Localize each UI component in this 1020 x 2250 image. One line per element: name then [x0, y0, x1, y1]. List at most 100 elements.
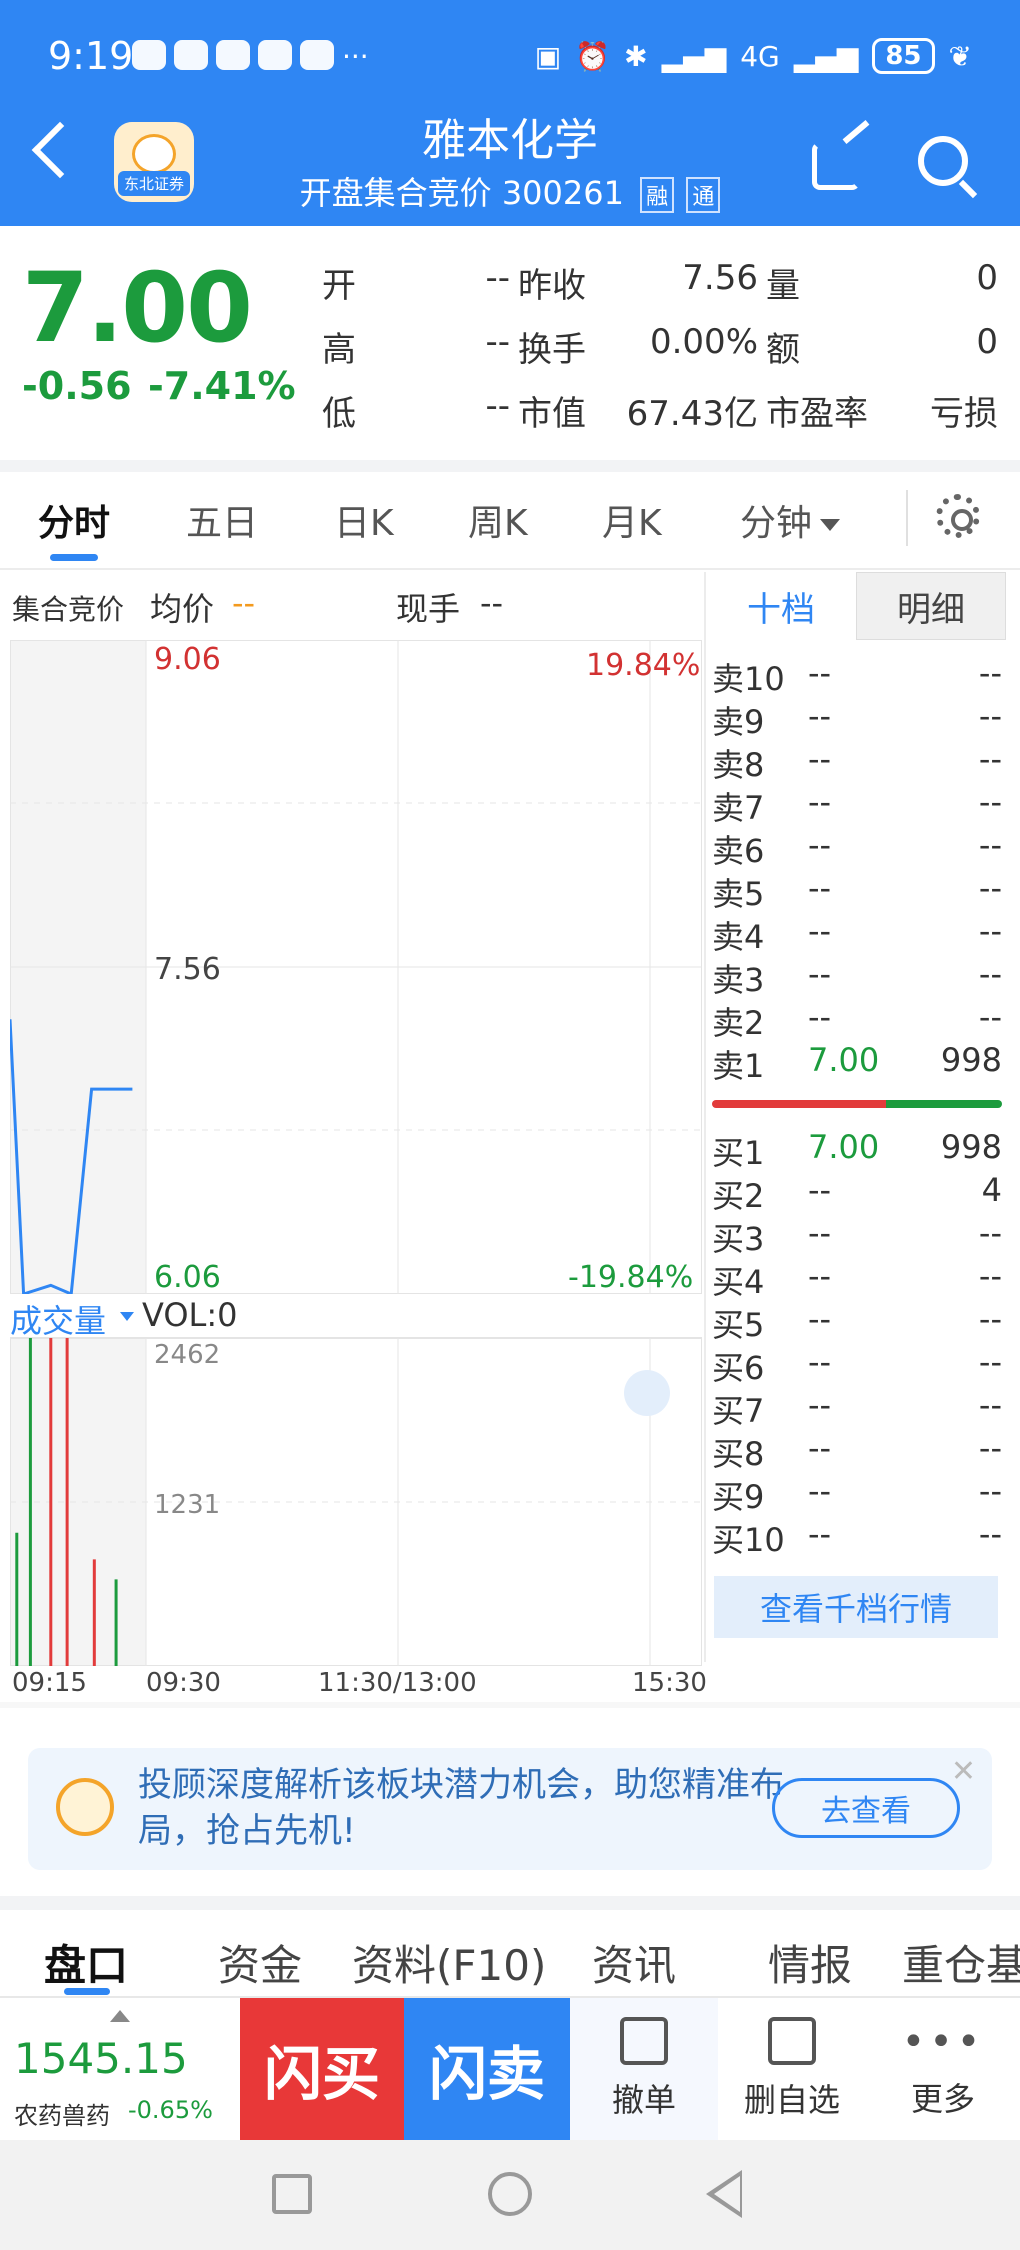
- ask-level-row[interactable]: 卖1 7.00 998: [712, 1041, 1002, 1085]
- price-change: -0.56: [22, 364, 132, 408]
- system-status: ▣ ⏰ ✱ ▂▄▆ 4G ▂▄▆ 85 ❦: [535, 38, 972, 74]
- battery-icon: 85: [872, 38, 935, 74]
- banner-view-button[interactable]: 去查看: [772, 1778, 960, 1838]
- tab-f10[interactable]: 资料(F10): [352, 1932, 546, 1993]
- advisor-banner[interactable]: 投顾深度解析该板块潜力机会，助您精准布局，抢占先机! 去查看 ✕: [28, 1748, 992, 1870]
- ask-level-price: --: [808, 998, 832, 1036]
- bid-level-vol: --: [978, 1429, 1002, 1467]
- tab-order-book[interactable]: 盘口: [44, 1932, 128, 1993]
- back-nav-icon[interactable]: [706, 2170, 742, 2218]
- x-tick-1530: 15:30: [632, 1668, 707, 1698]
- auction-price-line: [10, 1019, 133, 1294]
- remove-watchlist-label: 删自选: [743, 2081, 840, 2119]
- bid-level-price: 7.00: [808, 1128, 880, 1166]
- ask-level-row[interactable]: 卖7 -- --: [712, 783, 1002, 827]
- y-axis-bottom-price: 6.06: [154, 1260, 221, 1295]
- sector-index-value[interactable]: 1545.15: [14, 2034, 188, 2083]
- bid-level-row[interactable]: 买1 7.00 998: [712, 1128, 1002, 1172]
- remove-watchlist-button[interactable]: 删自选: [718, 1998, 866, 2140]
- active-tab-underline: [50, 554, 98, 561]
- pe-label: 市盈率: [766, 394, 868, 434]
- tab-minute[interactable]: 分钟: [740, 494, 841, 546]
- ask-level-row[interactable]: 卖5 -- --: [712, 869, 1002, 913]
- chevron-up-icon[interactable]: [110, 2010, 130, 2022]
- ask-level-row[interactable]: 卖9 -- --: [712, 697, 1002, 741]
- more-dots-icon: •••: [901, 2019, 985, 2065]
- tab-weekly-k[interactable]: 周K: [468, 494, 528, 546]
- volume-indicator-label[interactable]: 成交量: [10, 1296, 106, 1342]
- bid-level-price: --: [808, 1343, 832, 1381]
- order-book-divider: [704, 572, 706, 1662]
- turnover-label: 换手: [518, 330, 586, 370]
- undo-icon: [620, 2017, 668, 2065]
- bid-level-row[interactable]: 买5 -- --: [712, 1300, 1002, 1344]
- bid-level-label: 买2: [712, 1177, 765, 1215]
- tab-intel[interactable]: 情报: [768, 1932, 852, 1993]
- bid-level-row[interactable]: 买7 -- --: [712, 1386, 1002, 1430]
- flash-buy-button[interactable]: 闪买: [240, 1998, 404, 2140]
- market-cap-value: 67.43亿: [626, 394, 758, 434]
- share-icon[interactable]: [812, 142, 860, 190]
- amount-label: 额: [766, 330, 800, 370]
- ask-level-row[interactable]: 卖6 -- --: [712, 826, 1002, 870]
- tab-five-day[interactable]: 五日: [186, 494, 258, 546]
- recent-apps-icon[interactable]: [272, 2174, 312, 2214]
- ask-level-price: --: [808, 654, 832, 692]
- price-chart[interactable]: [10, 640, 702, 1294]
- gear-icon[interactable]: [936, 494, 980, 538]
- bid-level-row[interactable]: 买9 -- --: [712, 1472, 1002, 1516]
- avg-price-label: 均价: [150, 590, 215, 628]
- tab-daily-k[interactable]: 日K: [334, 494, 394, 546]
- auction-status-code: 开盘集合竞价 300261: [299, 174, 624, 212]
- bid-level-label: 买7: [712, 1392, 765, 1430]
- tab-minute-label: 分钟: [740, 503, 813, 544]
- ask-level-price: --: [808, 697, 832, 735]
- ask-level-label: 卖8: [712, 746, 765, 784]
- home-icon[interactable]: [488, 2172, 532, 2216]
- bid-level-vol: --: [978, 1257, 1002, 1295]
- close-icon[interactable]: ✕: [951, 1754, 976, 1789]
- bid-level-row[interactable]: 买3 -- --: [712, 1214, 1002, 1258]
- bid-level-vol: 998: [940, 1128, 1002, 1166]
- tab-heavy-funds[interactable]: 重仓基: [902, 1932, 1020, 1993]
- tab-news[interactable]: 资讯: [592, 1932, 676, 1993]
- ask-level-row[interactable]: 卖2 -- --: [712, 998, 1002, 1042]
- tab-fund-flow[interactable]: 资金: [218, 1932, 302, 1993]
- cancel-order-label: 撤单: [611, 2081, 676, 2119]
- volume-axis-mid: 1231: [154, 1490, 221, 1520]
- tab-ten-levels[interactable]: 十档: [706, 572, 856, 640]
- ask-level-label: 卖2: [712, 1004, 765, 1042]
- x-tick-0915: 09:15: [12, 1668, 87, 1698]
- bid-level-row[interactable]: 买8 -- --: [712, 1429, 1002, 1473]
- cancel-order-button[interactable]: 撤单: [570, 1998, 718, 2140]
- bid-level-row[interactable]: 买4 -- --: [712, 1257, 1002, 1301]
- header-bar: 9:19 ··· ▣ ⏰ ✱ ▂▄▆ 4G ▂▄▆ 85 ❦ 东北证券 雅本化学…: [0, 0, 1020, 226]
- bid-level-row[interactable]: 买10 -- --: [712, 1515, 1002, 1559]
- view-depth-button[interactable]: 查看千档行情: [714, 1576, 998, 1638]
- expand-chart-icon[interactable]: [624, 1370, 670, 1416]
- search-icon[interactable]: [918, 136, 968, 186]
- more-button[interactable]: ••• 更多: [866, 1998, 1020, 2140]
- flash-sell-button[interactable]: 闪卖: [404, 1998, 570, 2140]
- ask-level-row[interactable]: 卖8 -- --: [712, 740, 1002, 784]
- chevron-down-icon[interactable]: [120, 1312, 134, 1321]
- bid-level-row[interactable]: 买2 -- 4: [712, 1171, 1002, 1215]
- volume-chart[interactable]: [10, 1338, 702, 1666]
- section-divider: [0, 460, 1020, 472]
- open-value: --: [485, 258, 510, 298]
- connect-tag: 通: [686, 177, 721, 213]
- tab-trade-detail[interactable]: 明细: [856, 572, 1006, 640]
- bid-level-row[interactable]: 买6 -- --: [712, 1343, 1002, 1387]
- ask-level-vol: --: [978, 697, 1002, 735]
- bid-level-vol: --: [978, 1472, 1002, 1510]
- tab-monthly-k[interactable]: 月K: [602, 494, 662, 546]
- ask-level-row[interactable]: 卖10 -- --: [712, 654, 1002, 698]
- low-value: --: [485, 386, 510, 426]
- ask-level-row[interactable]: 卖4 -- --: [712, 912, 1002, 956]
- ask-level-row[interactable]: 卖3 -- --: [712, 955, 1002, 999]
- bid-level-price: --: [808, 1300, 832, 1338]
- tab-intraday[interactable]: 分时: [38, 494, 110, 546]
- open-label: 开: [322, 266, 356, 306]
- app-notification-icon: [132, 40, 166, 70]
- bid-level-label: 买10: [712, 1521, 785, 1559]
